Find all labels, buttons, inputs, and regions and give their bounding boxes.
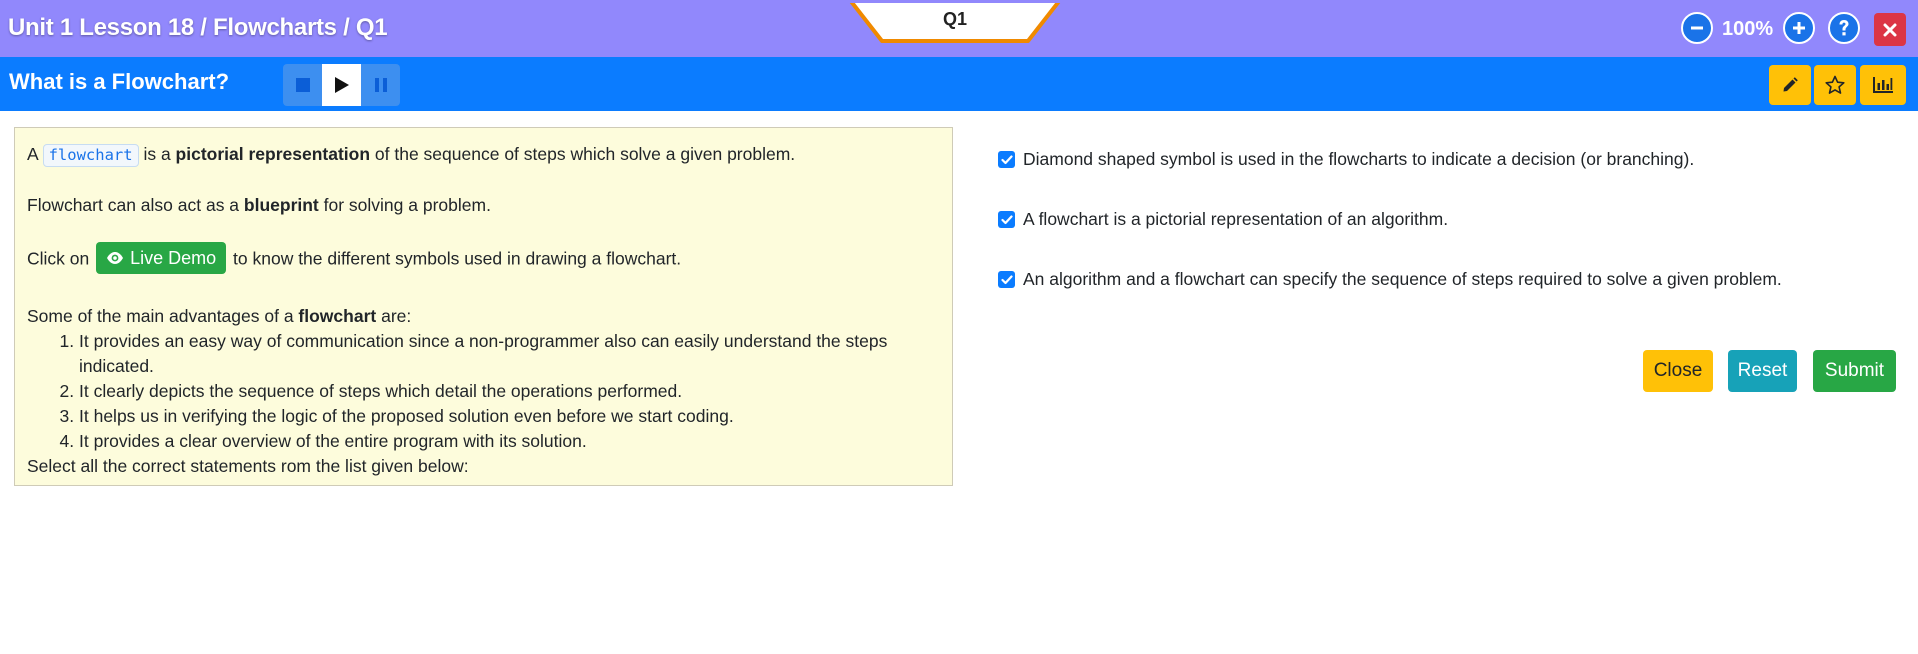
bar-chart-icon [1873,77,1893,93]
live-demo-label: Live Demo [130,247,217,268]
eye-icon [107,252,124,264]
instruction-text: Select all the correct statements rom th… [27,456,469,476]
click-text: to know the different symbols used in dr… [228,248,682,269]
close-icon [1883,23,1897,36]
checkmark-icon [1000,214,1013,224]
blueprint-bold-term: blueprint [243,195,319,215]
pencil-icon [1783,77,1798,92]
breadcrumb: Unit 1 Lesson 18 / Flowcharts / Q1 [8,14,388,41]
live-demo-button[interactable]: Live Demo [96,242,227,274]
advantages-text: Some of the main advantages of a [27,306,299,326]
option-3-checkbox[interactable] [998,271,1015,288]
star-icon [1825,75,1845,94]
play-button[interactable] [322,64,361,106]
instruction-panel: A flowchart is a pictorial representatio… [14,127,953,486]
reset-button[interactable]: Reset [1728,350,1797,392]
list-item: It provides an easy way of communication… [79,329,940,379]
blueprint-text: Flowchart can also act as a [27,195,244,215]
lesson-bar: What is a Flowchart? [0,57,1918,111]
close-button[interactable]: Close [1643,350,1713,392]
option-1-label: Diamond shaped symbol is used in the flo… [1023,149,1695,169]
zoom-level: 100% [1722,18,1774,40]
option-2[interactable]: A flowchart is a pictorial representatio… [998,209,1448,230]
pause-button[interactable] [361,64,400,106]
stop-button[interactable] [283,64,322,106]
option-1[interactable]: Diamond shaped symbol is used in the flo… [998,149,1694,170]
checkmark-icon [1000,274,1013,284]
click-text: Click on [27,248,95,269]
checkmark-icon [1000,154,1013,164]
question-icon [1839,20,1849,36]
top-bar: Unit 1 Lesson 18 / Flowcharts / Q1 Q1 10… [0,0,1918,57]
blueprint-paragraph: Flowchart can also act as a blueprint fo… [27,193,940,218]
option-3-label: An algorithm and a flowchart can specify… [1023,269,1782,289]
pencil-button[interactable] [1769,65,1811,105]
advantages-bold-term: flowchart [298,306,377,326]
submit-button[interactable]: Submit [1813,350,1896,392]
zoom-out-button[interactable] [1681,12,1713,44]
intro-text: of the sequence of steps which solve a g… [370,144,796,164]
blueprint-text: for solving a problem. [318,195,491,215]
media-controls [283,64,400,106]
stop-icon [295,78,310,92]
intro-bold-term: pictorial representation [175,144,371,164]
play-icon [334,77,349,93]
live-demo-paragraph: Click on Live Demo to know the different… [27,242,940,274]
advantages-text: are: [376,306,412,326]
flowchart-code-term: flowchart [42,144,139,167]
question-tab-label: Q1 [942,9,967,29]
stats-button[interactable] [1860,65,1906,105]
list-item: It clearly depicts the sequence of steps… [79,379,940,404]
option-2-label: A flowchart is a pictorial representatio… [1023,209,1449,229]
help-button[interactable] [1828,12,1860,44]
intro-text: A [27,144,43,164]
lesson-title: What is a Flowchart? [9,69,230,94]
list-item: It provides a clear overview of the enti… [79,429,940,454]
pause-icon [374,78,387,92]
plus-icon [1793,22,1805,34]
option-3[interactable]: An algorithm and a flowchart can specify… [998,269,1782,290]
list-item: It helps us in verifying the logic of th… [79,404,940,429]
question-tab[interactable]: Q1 [848,0,1062,43]
intro-paragraph: A flowchart is a pictorial representatio… [27,142,940,167]
close-window-button[interactable] [1874,13,1906,46]
intro-text: is a [138,144,176,164]
advantages-list: It provides an easy way of communication… [27,329,940,454]
option-1-checkbox[interactable] [998,151,1015,168]
advantages-heading: Some of the main advantages of a flowcha… [27,304,940,329]
zoom-in-button[interactable] [1783,12,1815,44]
star-button[interactable] [1814,65,1856,105]
minus-icon [1691,26,1703,30]
option-2-checkbox[interactable] [998,211,1015,228]
